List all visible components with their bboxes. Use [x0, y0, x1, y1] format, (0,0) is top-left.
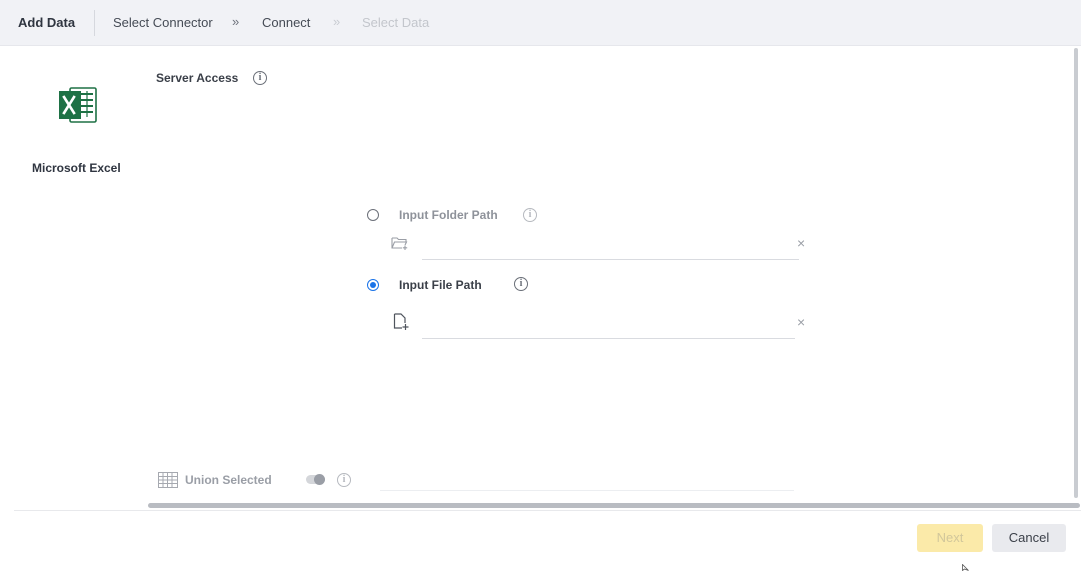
union-toggle[interactable]	[306, 474, 325, 485]
grid-table-icon	[158, 472, 178, 493]
wizard-title: Add Data	[18, 15, 76, 30]
file-path-label: Input File Path	[399, 278, 482, 292]
step-select-data: Select Data	[362, 15, 430, 30]
info-icon[interactable]: i	[523, 208, 537, 222]
step-select-connector[interactable]: Select Connector	[113, 15, 213, 30]
clear-folder-icon[interactable]: ×	[797, 236, 805, 250]
file-add-icon[interactable]	[393, 313, 409, 336]
step-separator-icon: »	[232, 14, 240, 29]
clear-file-icon[interactable]: ×	[797, 315, 805, 329]
vertical-scrollbar[interactable]	[1074, 48, 1078, 498]
info-icon[interactable]: i	[337, 473, 351, 487]
mouse-cursor-icon	[962, 558, 970, 576]
union-divider	[380, 490, 794, 491]
file-path-radio[interactable]	[367, 279, 379, 291]
cancel-button[interactable]: Cancel	[992, 524, 1066, 552]
step-separator-icon: »	[333, 14, 341, 29]
header-divider	[94, 10, 95, 36]
connector-name: Microsoft Excel	[32, 161, 121, 175]
info-icon[interactable]: i	[253, 71, 267, 85]
footer-divider	[14, 510, 1081, 511]
file-path-input[interactable]	[422, 338, 795, 339]
folder-path-input[interactable]	[422, 259, 799, 260]
folder-path-radio[interactable]	[367, 209, 379, 221]
union-selected-label: Union Selected	[185, 473, 272, 487]
next-button[interactable]: Next	[917, 524, 983, 552]
info-icon[interactable]: i	[514, 277, 528, 291]
folder-path-label: Input Folder Path	[399, 208, 498, 222]
server-access-title: Server Access	[156, 71, 239, 85]
horizontal-scrollbar[interactable]	[148, 503, 1080, 508]
step-connect: Connect	[262, 15, 311, 30]
folder-add-icon[interactable]	[391, 236, 409, 255]
excel-icon	[58, 86, 98, 124]
wizard-header: Add Data Select Connector » Connect » Se…	[0, 0, 1081, 46]
